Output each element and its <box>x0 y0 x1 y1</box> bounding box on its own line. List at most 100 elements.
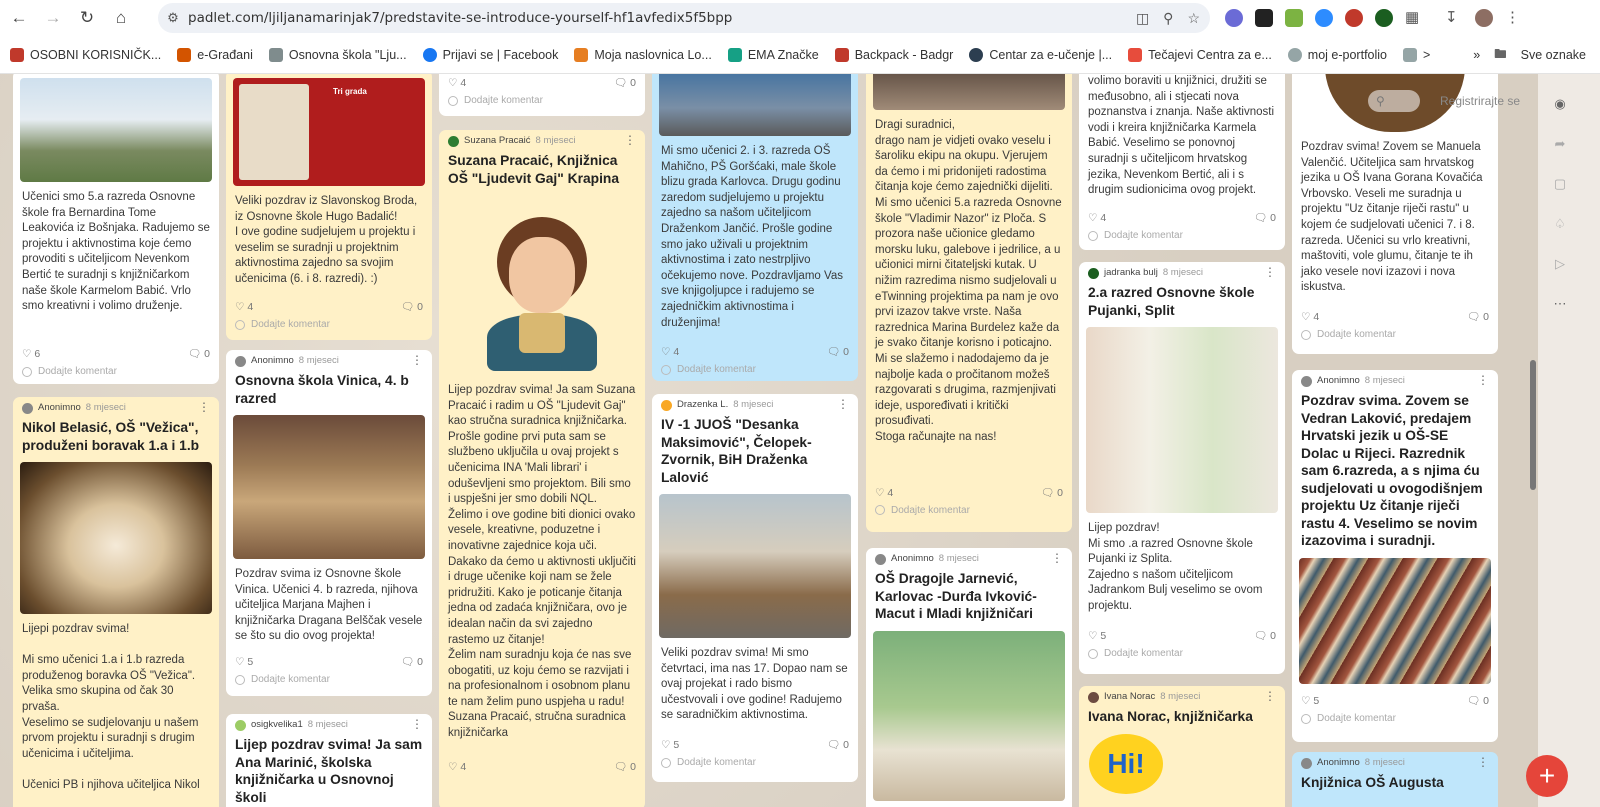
play-icon[interactable]: ▷ <box>1552 256 1568 272</box>
bookmark[interactable]: Osnovna škola "Lju... <box>268 47 407 62</box>
extension-icon[interactable] <box>1225 9 1243 27</box>
post-card[interactable]: Učenici smo 5.a razreda Osnovne škole fr… <box>13 74 219 384</box>
like-icon[interactable]: ♡ 4 <box>1301 310 1319 326</box>
bell-icon[interactable]: ♤ <box>1552 216 1568 232</box>
like-icon[interactable]: ♡ 4 <box>235 300 253 316</box>
like-icon[interactable]: ♡ 5 <box>1301 694 1319 710</box>
post-card[interactable]: volimo boraviti u knjižnici, družiti se … <box>1079 74 1285 250</box>
add-comment-button[interactable]: Dodajte komentar <box>13 365 219 383</box>
extension-icon[interactable] <box>1375 9 1393 27</box>
post-card[interactable]: Anonimno 8 mjeseci ⋮ OŠ Dragojle Jarnević,… <box>866 548 1072 807</box>
search-input[interactable]: ⚲ <box>1368 90 1420 112</box>
post-menu-icon[interactable]: ⋮ <box>411 717 423 733</box>
add-comment-button[interactable]: Dodajte komentar <box>866 503 1072 521</box>
bookmark[interactable]: Centar za e-učenje |... <box>969 47 1112 62</box>
back-icon[interactable]: ← <box>4 3 34 33</box>
slideshow-icon[interactable]: ▢ <box>1552 176 1568 192</box>
star-icon[interactable]: ☆ <box>1187 10 1200 27</box>
post-card[interactable]: osigkvelika1 8 mjeseci ⋮ Lijep pozdrav svi… <box>226 714 432 807</box>
post-card[interactable]: Tri grada Veliki pozdrav iz Slavonskog B… <box>226 74 432 340</box>
post-menu-icon[interactable]: ⋮ <box>411 353 423 369</box>
url-text[interactable]: padlet.com/ljiljanamarinjak7/predstavite… <box>188 10 732 26</box>
like-icon[interactable]: ♡ 5 <box>1088 629 1106 645</box>
post-card[interactable]: Mi smo učenici 2. i 3. razreda OŠ Mahičn… <box>652 74 858 381</box>
extension-icon[interactable] <box>1345 9 1363 27</box>
post-card[interactable]: Anonimno 8 mjeseci ⋮ Nikol Belasić, OŠ "Ve… <box>13 397 219 807</box>
extension-icon[interactable] <box>1255 9 1273 27</box>
forward-icon[interactable]: → <box>38 3 68 33</box>
kebab-menu-icon[interactable]: ⋮ <box>1505 9 1523 27</box>
post-menu-icon[interactable]: ⋮ <box>198 400 210 416</box>
avatar <box>448 135 459 147</box>
zoom-icon[interactable]: ⚲ <box>1163 10 1173 27</box>
add-comment-button[interactable]: Dodajte komentar <box>1079 647 1285 665</box>
post-menu-icon[interactable]: ⋮ <box>1264 265 1276 281</box>
post-card[interactable]: Ivana Norac 8 mjeseci ⋮ Ivana Norac, knjiž… <box>1079 686 1285 807</box>
post-menu-icon[interactable]: ⋮ <box>1477 755 1489 771</box>
bookmark[interactable]: Moja naslovnica Lo... <box>574 47 712 62</box>
bookmark-favicon-icon <box>268 47 283 62</box>
like-icon[interactable]: ♡ 4 <box>448 760 466 776</box>
post-card[interactable]: Anonimno 8 mjeseci ⋮ Pozdrav svima. Zovem … <box>1292 370 1498 742</box>
add-comment-button[interactable]: Dodajte komentar <box>652 756 858 774</box>
post-card[interactable]: Dragi suradnici, drago nam je vidjeti ov… <box>866 74 1072 532</box>
reload-icon[interactable]: ↻ <box>72 3 102 33</box>
add-comment-button[interactable]: Dodajte komentar <box>226 318 432 336</box>
extension-icon[interactable] <box>1285 9 1303 27</box>
post-menu-icon[interactable]: ⋮ <box>624 133 636 149</box>
post-menu-icon[interactable]: ⋮ <box>837 397 849 413</box>
post-menu-icon[interactable]: ⋮ <box>1477 373 1489 389</box>
padlet-logo-icon[interactable]: ◉ <box>1552 96 1568 112</box>
install-icon[interactable]: ◫ <box>1136 10 1149 27</box>
bookmark[interactable]: e-Građani <box>177 47 253 62</box>
share-icon[interactable]: ➦ <box>1552 136 1568 152</box>
like-icon[interactable]: ♡ 4 <box>661 345 679 361</box>
like-icon[interactable]: ♡ 5 <box>661 738 679 754</box>
post-card[interactable]: Pozdrav svima! Zovem se Manuela Valenčić… <box>1292 74 1498 354</box>
add-comment-button[interactable]: Dodajte komentar <box>439 94 645 112</box>
more-bookmarks-icon[interactable]: » <box>1473 48 1480 62</box>
bookmark[interactable]: Backpack - Badgr <box>834 47 953 62</box>
like-icon[interactable]: ♡ 5 <box>235 655 253 671</box>
post-body: Veliki pozdrav svima! Mi smo četvrtaci, … <box>661 647 848 722</box>
post-stats: ♡ 5 🗨 0 <box>1292 692 1498 712</box>
all-bookmarks-link[interactable]: Sve oznake <box>1521 48 1586 62</box>
extensions-bar: ▦ ↧ ⋮ <box>1225 5 1523 31</box>
add-comment-button[interactable]: Dodajte komentar <box>1292 328 1498 346</box>
bookmark[interactable]: EMA Značke <box>727 47 819 62</box>
group-photo-image <box>873 74 1065 110</box>
like-icon[interactable]: ♡ 4 <box>448 76 466 92</box>
add-post-button[interactable]: + <box>1526 755 1568 797</box>
post-menu-icon[interactable]: ⋮ <box>1051 551 1063 567</box>
site-info-icon[interactable]: ⚙ <box>158 10 188 26</box>
post-card[interactable]: ♡ 4 🗨 0 Dodajte komentar <box>439 74 645 116</box>
like-icon[interactable]: ♡ 4 <box>875 486 893 502</box>
home-icon[interactable]: ⌂ <box>106 3 136 33</box>
add-comment-button[interactable]: Dodajte komentar <box>652 363 858 381</box>
register-link[interactable]: Registrirajte se <box>1440 94 1520 108</box>
bookmark[interactable]: moj e-portfolio <box>1287 47 1387 62</box>
profile-avatar[interactable] <box>1475 9 1493 27</box>
add-comment-button[interactable]: Dodajte komentar <box>1292 712 1498 730</box>
like-icon[interactable]: ♡ 4 <box>1088 211 1106 227</box>
add-comment-button[interactable]: Dodajte komentar <box>1079 229 1285 247</box>
bookmark[interactable]: Tečajevi Centra za e... <box>1128 47 1272 62</box>
extension-icon[interactable] <box>1315 9 1333 27</box>
bookmark[interactable]: OSOBNI KORISNIČK... <box>10 47 161 62</box>
address-bar[interactable]: ⚙ padlet.com/ljiljanamarinjak7/predstavi… <box>158 3 1210 33</box>
hi-speech-bubble-image: Hi! <box>1089 733 1163 794</box>
add-comment-button[interactable]: Dodajte komentar <box>226 673 432 691</box>
post-card[interactable]: Drazenka L. 8 mjeseci ⋮ IV -1 JUOŠ "Desank… <box>652 394 858 782</box>
more-options-icon[interactable]: ⋯ <box>1552 296 1568 312</box>
post-card[interactable]: Anonimno 8 mjeseci ⋮ Knjižnica OŠ Augusta <box>1292 752 1498 807</box>
bookmark[interactable]: Prijavi se | Facebook <box>422 47 558 62</box>
scrollbar-thumb[interactable] <box>1530 360 1536 490</box>
bookmark[interactable]: > <box>1403 47 1430 62</box>
post-card[interactable]: Suzana Pracaić 8 mjeseci ⋮ Suzana Pracaić,… <box>439 130 645 807</box>
post-card[interactable]: Anonimno 8 mjeseci ⋮ Osnovna škola Vinica,… <box>226 350 432 696</box>
post-card[interactable]: jadranka bulj 8 mjeseci ⋮ 2.a razred Osnov… <box>1079 262 1285 674</box>
download-icon[interactable]: ↧ <box>1445 9 1463 27</box>
like-icon[interactable]: ♡ 6 <box>22 347 40 363</box>
post-menu-icon[interactable]: ⋮ <box>1264 689 1276 705</box>
puzzle-icon[interactable]: ▦ <box>1405 9 1423 27</box>
